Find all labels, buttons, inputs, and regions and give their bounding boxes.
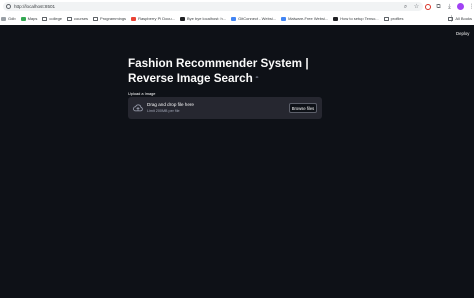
bookmark-item[interactable]: Raspberry Pi Docu... <box>131 16 175 21</box>
favicon-icon <box>1 16 6 21</box>
favicon-icon <box>231 16 237 21</box>
upload-label: Upload a Image <box>128 91 156 96</box>
cloud-upload-icon <box>133 104 143 112</box>
bookmark-label: GitConnect - Websi... <box>238 16 277 21</box>
profile-avatar[interactable] <box>457 3 464 10</box>
folder-icon <box>448 16 454 21</box>
bookmark-item[interactable]: college <box>42 16 62 21</box>
bookmark-item[interactable]: Maps <box>20 16 38 21</box>
bookmark-item[interactable]: GitConnect - Websi... <box>231 16 276 21</box>
favicon-icon <box>333 16 339 21</box>
favicon-icon <box>131 16 137 21</box>
star-icon[interactable]: ☆ <box>413 3 420 10</box>
bookmark-item[interactable]: courses <box>67 16 88 21</box>
bookmark-item[interactable]: Gdb <box>1 16 16 21</box>
favicon-icon <box>179 16 185 21</box>
all-bookmarks-label: All Books <box>455 16 472 21</box>
url-text[interactable]: http://localhost:8501 <box>14 4 55 9</box>
bookmark-item[interactable]: Malware-Free Websi... <box>281 16 328 21</box>
bookmarks-bar: Gdb Maps college courses Programmings Raspber… <box>0 13 474 24</box>
browse-files-button[interactable]: Browse files <box>289 103 317 113</box>
extension-icon[interactable] <box>424 3 431 10</box>
zoom-icon[interactable]: ⌕ <box>402 3 409 10</box>
bookmark-label: Bye bye localhost: h... <box>186 16 227 21</box>
title-line-1: Fashion Recommender System | <box>128 57 309 70</box>
bookmark-label: profiles <box>390 16 404 21</box>
bookmark-label: college <box>49 16 63 21</box>
all-bookmarks[interactable]: All Books <box>448 13 472 24</box>
bookmark-label: courses <box>74 16 89 21</box>
bookmark-label: Gdb <box>8 16 16 21</box>
dropzone-title: Drag and drop file here <box>147 102 194 107</box>
toolbar-icons: ⌕ ☆ ⧉ ⤓ ⋮ <box>402 2 474 11</box>
title-line-2: Reverse Image Search <box>128 72 253 85</box>
bookmark-label: Raspberry Pi Docu... <box>138 16 175 21</box>
bookmark-item[interactable]: Programmings <box>93 16 126 21</box>
menu-icon[interactable]: ⋮ <box>468 3 474 10</box>
browser-chrome: http://localhost:8501 ⌕ ☆ ⧉ ⤓ ⋮ Gdb Maps c… <box>0 0 474 25</box>
folder-icon <box>383 16 389 21</box>
anchor-link-icon[interactable]: ⚭ <box>255 71 259 86</box>
puzzle-icon[interactable]: ⧉ <box>435 3 442 10</box>
deploy-button[interactable]: Deploy <box>456 31 469 36</box>
bookmark-item[interactable]: profiles <box>383 16 404 21</box>
dropzone-limit: Limit 200MB per file <box>147 109 180 113</box>
favicon-icon <box>20 16 26 21</box>
bookmark-label: Maps <box>27 16 38 21</box>
address-bar[interactable]: http://localhost:8501 <box>3 2 423 11</box>
favicon-icon <box>281 16 287 21</box>
file-dropzone[interactable]: Drag and drop file here Limit 200MB per … <box>128 97 322 119</box>
bookmark-label: Malware-Free Websi... <box>288 16 329 21</box>
site-info-icon[interactable] <box>6 4 11 9</box>
bookmark-label: Programmings <box>100 16 127 21</box>
download-icon[interactable]: ⤓ <box>446 3 453 10</box>
folder-icon <box>93 16 99 21</box>
page-title: Fashion Recommender System | Reverse Ima… <box>128 56 328 86</box>
bookmark-label: How to setup Tenso... <box>340 16 379 21</box>
folder-icon <box>67 16 73 21</box>
bookmark-item[interactable]: How to setup Tenso... <box>333 16 379 21</box>
folder-icon <box>42 16 48 21</box>
bookmark-item[interactable]: Bye bye localhost: h... <box>179 16 227 21</box>
streamlit-app: Deploy Fashion Recommender System | Reve… <box>0 25 474 298</box>
